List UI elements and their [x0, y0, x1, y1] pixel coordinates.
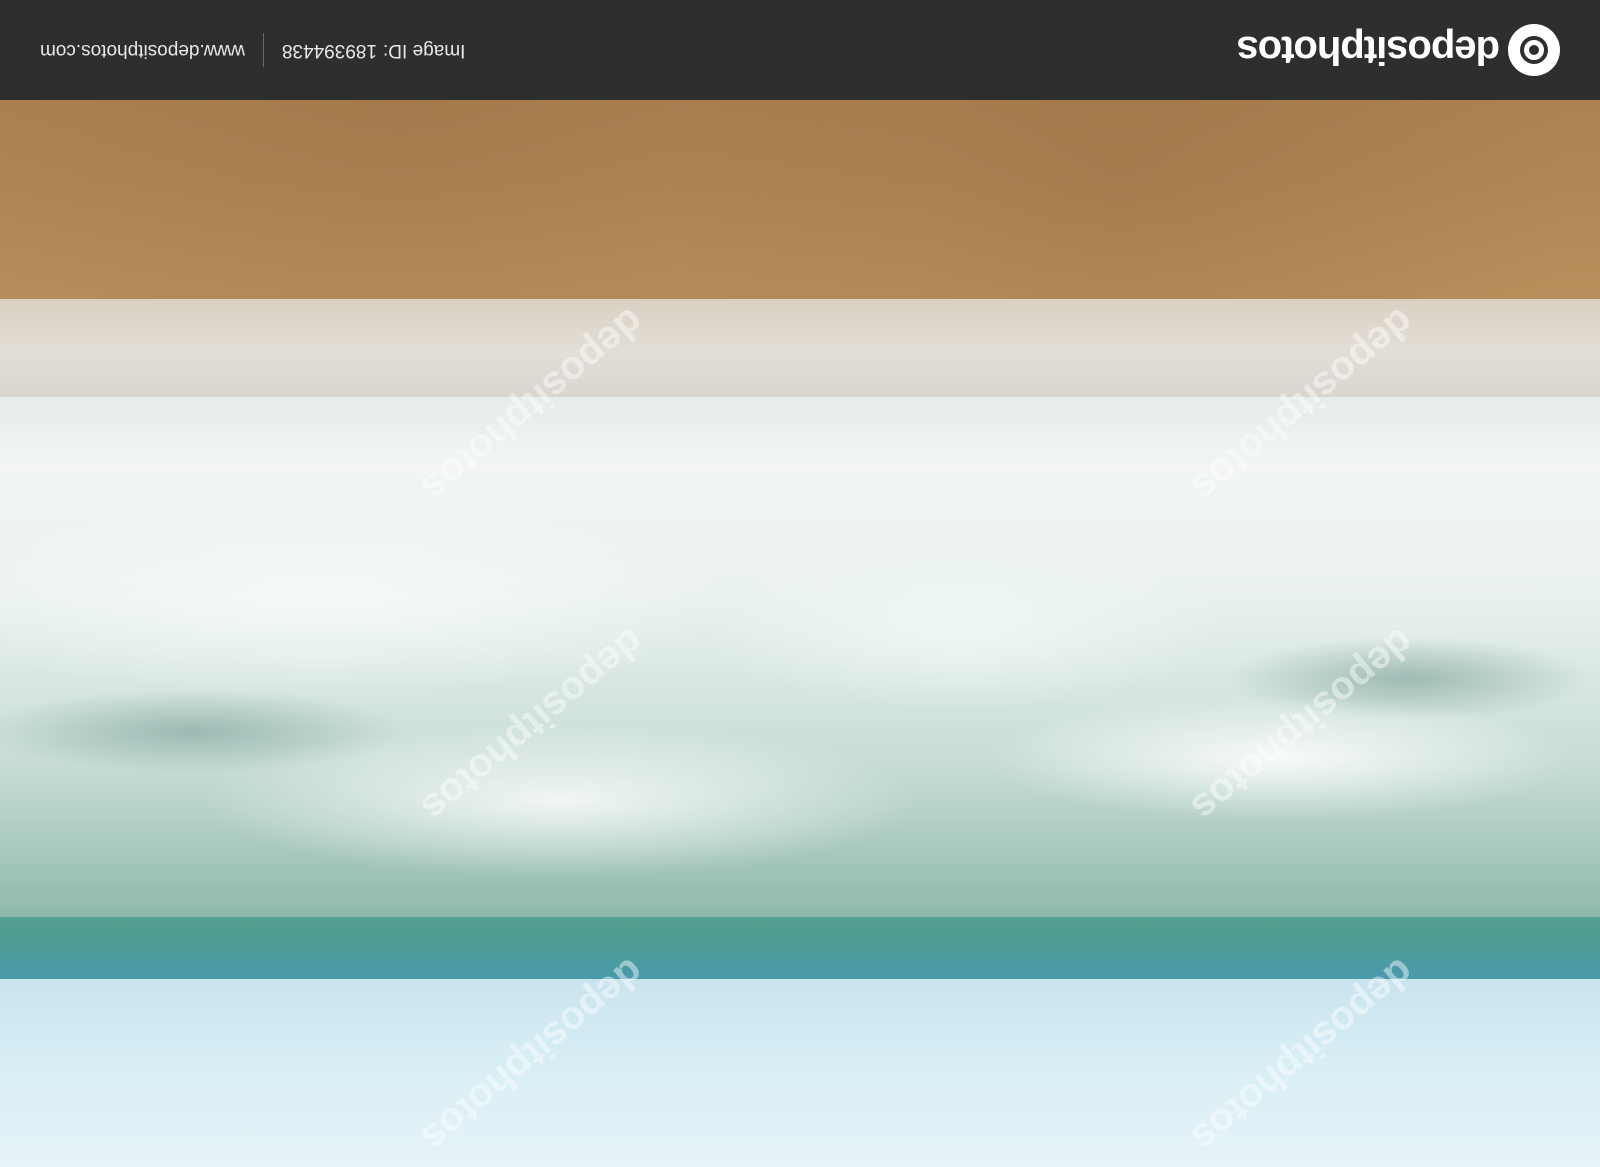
camera-lens-icon	[1508, 24, 1560, 76]
brand-name: depositphotos	[1237, 28, 1500, 73]
stock-photo: depositphotos depositphotos depositphoto…	[0, 0, 1600, 1167]
divider	[262, 33, 264, 67]
image-id-value: 189394438	[281, 40, 377, 61]
rotated-photo: depositphotos depositphotos depositphoto…	[0, 0, 1600, 1167]
site-url[interactable]: www.depositphotos.com	[40, 39, 245, 61]
depositphotos-logo[interactable]: depositphotos	[1237, 20, 1560, 80]
sea-horizon	[0, 907, 1600, 979]
image-id-label: Image ID:	[383, 40, 466, 61]
image-meta: Image ID: 189394438 www.depositphotos.co…	[40, 20, 465, 80]
